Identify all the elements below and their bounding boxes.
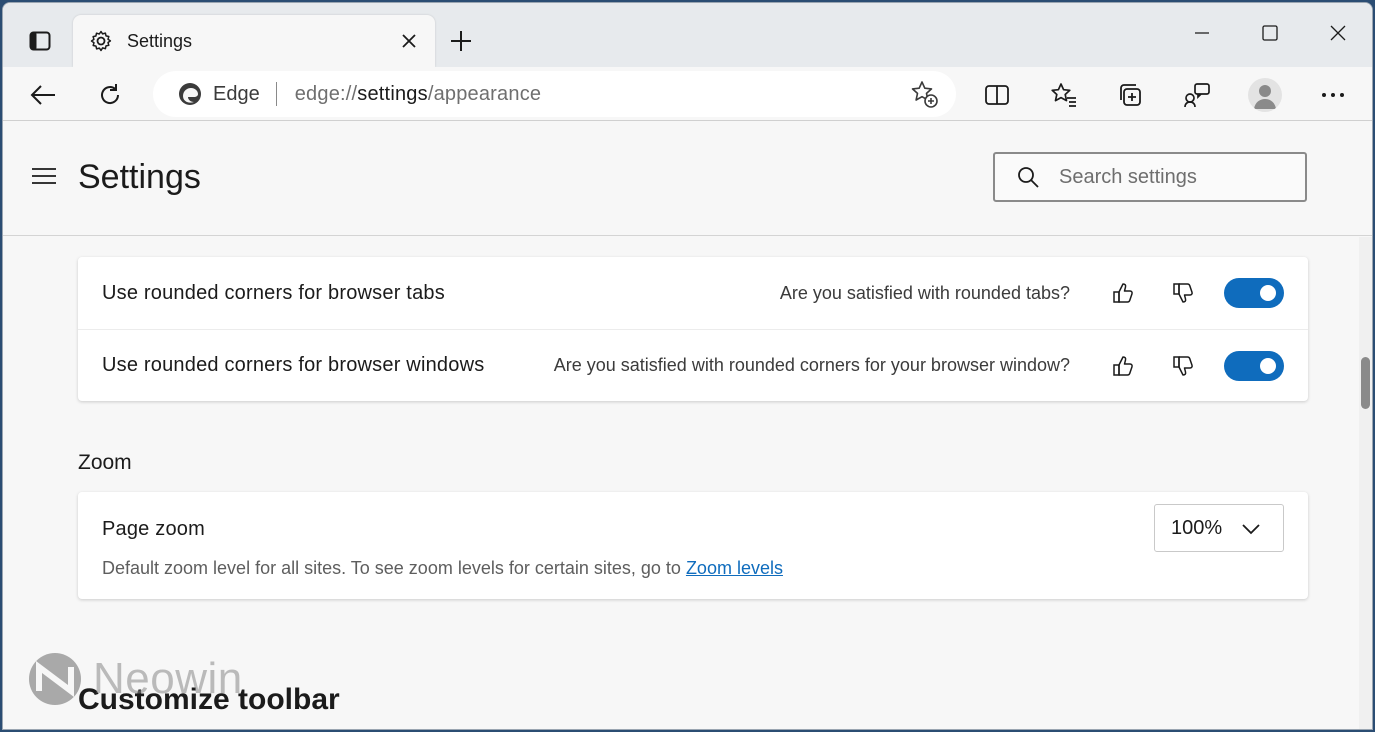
page-title: Settings xyxy=(78,158,201,197)
thumbs-down-button[interactable] xyxy=(1160,343,1206,389)
search-input[interactable] xyxy=(1059,166,1289,189)
avatar xyxy=(1248,78,1282,112)
rounded-windows-question: Are you satisfied with rounded corners f… xyxy=(554,355,1070,376)
close-icon xyxy=(402,34,416,48)
address-bar[interactable]: Edge edge://settings/appearance xyxy=(153,71,956,117)
page-zoom-value: 100% xyxy=(1171,517,1222,540)
search-icon xyxy=(1017,166,1039,188)
person-icon xyxy=(1248,78,1282,112)
menu-button[interactable] xyxy=(31,166,59,190)
tab-settings[interactable]: Settings xyxy=(73,15,435,67)
more-dots-icon xyxy=(1321,92,1345,98)
gear-icon xyxy=(89,29,113,53)
thumbs-up-icon xyxy=(1112,282,1134,304)
split-screen-button[interactable] xyxy=(975,73,1019,117)
rounded-windows-toggle[interactable] xyxy=(1224,351,1284,381)
watermark-text: Neowin xyxy=(93,654,243,704)
more-menu-button[interactable] xyxy=(1311,73,1355,117)
rounded-windows-row: Use rounded corners for browser windows … xyxy=(78,329,1308,401)
window-controls xyxy=(1168,11,1372,55)
hamburger-icon xyxy=(31,166,57,186)
minimize-icon xyxy=(1194,25,1210,41)
favorite-add-icon xyxy=(910,80,938,108)
browser-toolbar: Edge edge://settings/appearance xyxy=(3,67,1372,121)
close-tab-button[interactable] xyxy=(389,23,429,59)
url-prefix: edge:// xyxy=(295,83,358,105)
close-window-button[interactable] xyxy=(1304,11,1372,55)
thumbs-down-button[interactable] xyxy=(1160,270,1206,316)
thumbs-up-button[interactable] xyxy=(1100,270,1146,316)
thumbs-up-button[interactable] xyxy=(1100,343,1146,389)
address-site-label: Edge xyxy=(213,83,260,106)
tab-strip: Settings xyxy=(3,3,1372,71)
neowin-logo-icon xyxy=(27,651,83,707)
edge-logo-icon xyxy=(177,81,203,107)
rounded-corners-card: Use rounded corners for browser tabs Are… xyxy=(78,257,1308,401)
search-settings-box[interactable] xyxy=(993,152,1307,202)
browser-window: Settings Edge xyxy=(2,2,1373,730)
tab-actions-icon xyxy=(29,30,51,52)
split-screen-icon xyxy=(984,83,1010,107)
url-host: settings xyxy=(357,83,428,105)
rounded-tabs-toggle[interactable] xyxy=(1224,278,1284,308)
favorites-button[interactable] xyxy=(1042,73,1086,117)
rounded-tabs-row: Use rounded corners for browser tabs Are… xyxy=(78,257,1308,329)
settings-content: Use rounded corners for browser tabs Are… xyxy=(3,237,1361,730)
feedback-icon xyxy=(1183,82,1211,108)
address-separator xyxy=(276,82,277,106)
page-zoom-label: Page zoom xyxy=(102,518,205,541)
url-path: /appearance xyxy=(428,83,541,105)
scrollbar[interactable] xyxy=(1359,237,1372,730)
favorites-icon xyxy=(1050,82,1078,108)
chevron-down-icon xyxy=(1241,519,1261,539)
add-favorite-button[interactable] xyxy=(908,79,940,109)
close-icon xyxy=(1330,25,1346,41)
collections-button[interactable] xyxy=(1108,73,1152,117)
maximize-icon xyxy=(1262,25,1278,41)
tab-title: Settings xyxy=(127,31,389,52)
plus-icon xyxy=(450,30,472,52)
page-zoom-card: Page zoom Default zoom level for all sit… xyxy=(78,492,1308,599)
profile-button[interactable] xyxy=(1243,73,1287,117)
maximize-button[interactable] xyxy=(1236,11,1304,55)
rounded-windows-label: Use rounded corners for browser windows xyxy=(102,354,554,377)
rounded-tabs-question: Are you satisfied with rounded tabs? xyxy=(780,283,1070,304)
page-zoom-select[interactable]: 100% xyxy=(1154,504,1284,552)
back-button[interactable] xyxy=(21,73,65,117)
zoom-section-title: Zoom xyxy=(78,451,132,475)
thumbs-up-icon xyxy=(1112,355,1134,377)
refresh-button[interactable] xyxy=(88,73,132,117)
thumbs-down-icon xyxy=(1172,282,1194,304)
rounded-tabs-label: Use rounded corners for browser tabs xyxy=(102,282,780,305)
settings-header: Settings xyxy=(3,122,1372,236)
page-zoom-description-text: Default zoom level for all sites. To see… xyxy=(102,558,686,578)
feedback-button[interactable] xyxy=(1175,73,1219,117)
tab-actions-button[interactable] xyxy=(17,23,63,59)
collections-icon xyxy=(1117,82,1143,108)
thumbs-down-icon xyxy=(1172,355,1194,377)
refresh-icon xyxy=(97,82,123,108)
back-arrow-icon xyxy=(30,84,56,106)
neowin-watermark: Neowin xyxy=(27,651,243,707)
scrollbar-thumb[interactable] xyxy=(1361,357,1370,409)
new-tab-button[interactable] xyxy=(441,21,481,61)
page-zoom-description: Default zoom level for all sites. To see… xyxy=(102,558,783,579)
address-url: edge://settings/appearance xyxy=(295,83,542,106)
zoom-levels-link[interactable]: Zoom levels xyxy=(686,558,783,578)
minimize-button[interactable] xyxy=(1168,11,1236,55)
